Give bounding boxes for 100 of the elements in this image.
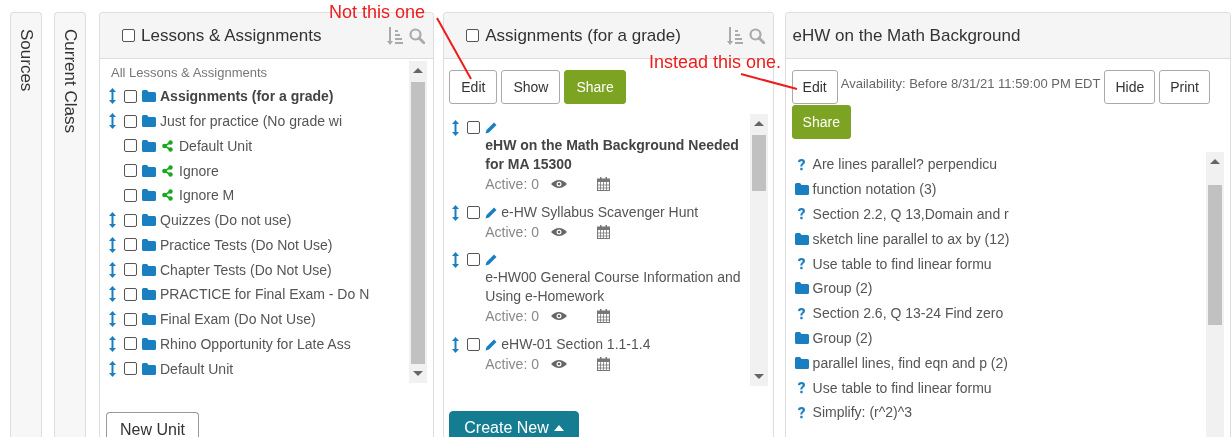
question-item[interactable]: Section 2.6, Q 13-24 Find zero (812, 305, 1004, 322)
unit-item[interactable]: Practice Tests (Do Not Use) (160, 236, 333, 253)
unit-item[interactable]: Default Unit (160, 360, 234, 377)
unit-item[interactable]: Rhino Opportunity for Late Ass (160, 335, 351, 352)
unit-item[interactable]: Assignments (for a grade) (160, 88, 334, 105)
checkbox[interactable] (124, 312, 137, 326)
assignment-title[interactable]: eHW-01 Section 1.1-1.4 (501, 335, 651, 354)
drag-handle-icon[interactable] (109, 88, 116, 105)
checkbox[interactable] (124, 362, 137, 376)
calendar-icon[interactable] (597, 356, 611, 371)
question-item[interactable]: Are lines parallel? perpendicu (812, 156, 998, 173)
checkbox[interactable] (122, 29, 135, 42)
question-item[interactable]: Use table to find linear formu (812, 379, 992, 396)
drag-handle-icon[interactable] (109, 286, 116, 303)
folder-icon (142, 214, 156, 227)
active-count: Active: 0 (485, 355, 540, 372)
checkbox[interactable] (124, 287, 137, 301)
assignment-title[interactable]: eHW on the Math Background Needed for MA 15300 (485, 136, 746, 174)
drag-handle-icon[interactable] (109, 261, 116, 278)
active-count: Active: 0 (485, 175, 540, 192)
folder-icon (142, 288, 156, 301)
unit-item[interactable]: Default Unit (179, 137, 253, 154)
eye-icon[interactable] (551, 178, 568, 189)
annotation-text: Not this one (329, 2, 426, 23)
create-new-button[interactable]: Create New (449, 411, 579, 437)
checkbox[interactable] (124, 263, 137, 277)
checkbox[interactable] (124, 114, 137, 128)
toolbar-button[interactable]: Edit (791, 70, 838, 104)
active-count: Active: 0 (485, 307, 540, 324)
question-item[interactable]: Section 2.2, Q 13,Domain and r (812, 206, 1009, 222)
eye-icon[interactable] (551, 358, 568, 369)
scrollbar[interactable] (1206, 152, 1224, 437)
folder-icon (142, 337, 156, 350)
checkbox[interactable] (467, 121, 481, 134)
toolbar-button[interactable]: Print (1159, 70, 1210, 104)
checkbox[interactable] (467, 206, 481, 219)
pencil-icon[interactable] (485, 206, 498, 219)
scrollbar[interactable] (749, 114, 768, 386)
pencil-icon[interactable] (485, 253, 498, 266)
panel-title: Assignments (for a grade) (485, 25, 682, 46)
drag-handle-icon[interactable] (109, 335, 116, 352)
checkbox[interactable] (467, 338, 481, 351)
calendar-icon[interactable] (597, 224, 611, 239)
unit-item[interactable]: Quizzes (Do not use) (160, 212, 292, 229)
unit-item[interactable]: PRACTICE for Final Exam - Do N (160, 286, 370, 303)
folder-icon (794, 183, 809, 196)
question-item[interactable]: Use table to find linear formu (812, 255, 992, 272)
drag-handle-icon[interactable] (109, 360, 116, 377)
checkbox[interactable] (124, 188, 137, 202)
checkbox[interactable] (124, 139, 137, 153)
side-tab[interactable]: Sources (10, 12, 42, 437)
unit-item[interactable]: Just for practice (No grade wi (160, 113, 343, 130)
folder-icon (794, 356, 809, 369)
checkbox[interactable] (466, 29, 480, 42)
scrollbar[interactable] (409, 61, 428, 383)
folder-icon (794, 331, 809, 344)
drag-handle-icon[interactable] (109, 113, 116, 130)
question-group[interactable]: parallel lines, find eqn and p (2) (812, 354, 1008, 371)
toolbar-button[interactable]: Edit (449, 70, 498, 104)
eye-icon[interactable] (551, 226, 568, 237)
question-icon (796, 257, 806, 271)
checkbox[interactable] (467, 253, 481, 266)
calendar-icon[interactable] (597, 176, 611, 191)
assignment-title[interactable]: e-HW Syllabus Scavenger Hunt (501, 203, 699, 222)
drag-handle-icon[interactable] (109, 311, 116, 328)
drag-handle-icon[interactable] (452, 204, 460, 221)
unit-item[interactable]: Final Exam (Do Not Use) (160, 311, 316, 328)
pencil-icon[interactable] (485, 338, 498, 351)
folder-icon (142, 90, 156, 103)
calendar-icon[interactable] (597, 308, 611, 323)
share-icon (162, 189, 173, 202)
unit-item[interactable]: Chapter Tests (Do Not Use) (160, 261, 332, 278)
checkbox[interactable] (124, 213, 137, 227)
eye-icon[interactable] (551, 310, 568, 321)
share-icon (162, 139, 173, 152)
new-unit-button[interactable]: New Unit (106, 412, 199, 437)
checkbox[interactable] (124, 238, 137, 252)
question-group[interactable]: function notation (3) (812, 181, 937, 198)
question-group[interactable]: Group (2) (812, 329, 873, 346)
drag-handle-icon[interactable] (109, 236, 116, 253)
unit-item[interactable]: Ignore M (179, 187, 235, 204)
unit-item[interactable]: Ignore (179, 162, 219, 179)
side-tab[interactable]: Current Class (54, 12, 86, 437)
toolbar-button[interactable]: Show (501, 70, 561, 104)
assignment-title[interactable]: e-HW00 General Course Information and Using e-Homework (485, 268, 746, 306)
question-item[interactable]: Simplify: (r^2)^3 (812, 404, 913, 421)
active-count: Active: 0 (485, 223, 540, 240)
folder-icon (142, 139, 156, 152)
pencil-icon[interactable] (485, 121, 498, 134)
drag-handle-icon[interactable] (452, 251, 460, 268)
checkbox[interactable] (124, 337, 137, 351)
checkbox[interactable] (124, 89, 137, 103)
checkbox[interactable] (124, 164, 137, 178)
drag-handle-icon[interactable] (452, 119, 460, 136)
drag-handle-icon[interactable] (452, 336, 460, 353)
drag-handle-icon[interactable] (109, 212, 116, 229)
question-group[interactable]: Group (2) (812, 280, 873, 297)
toolbar-button[interactable]: Hide (1104, 70, 1156, 104)
question-group[interactable]: sketch line parallel to ax by (12) (812, 230, 1010, 247)
folder-icon (142, 238, 156, 251)
